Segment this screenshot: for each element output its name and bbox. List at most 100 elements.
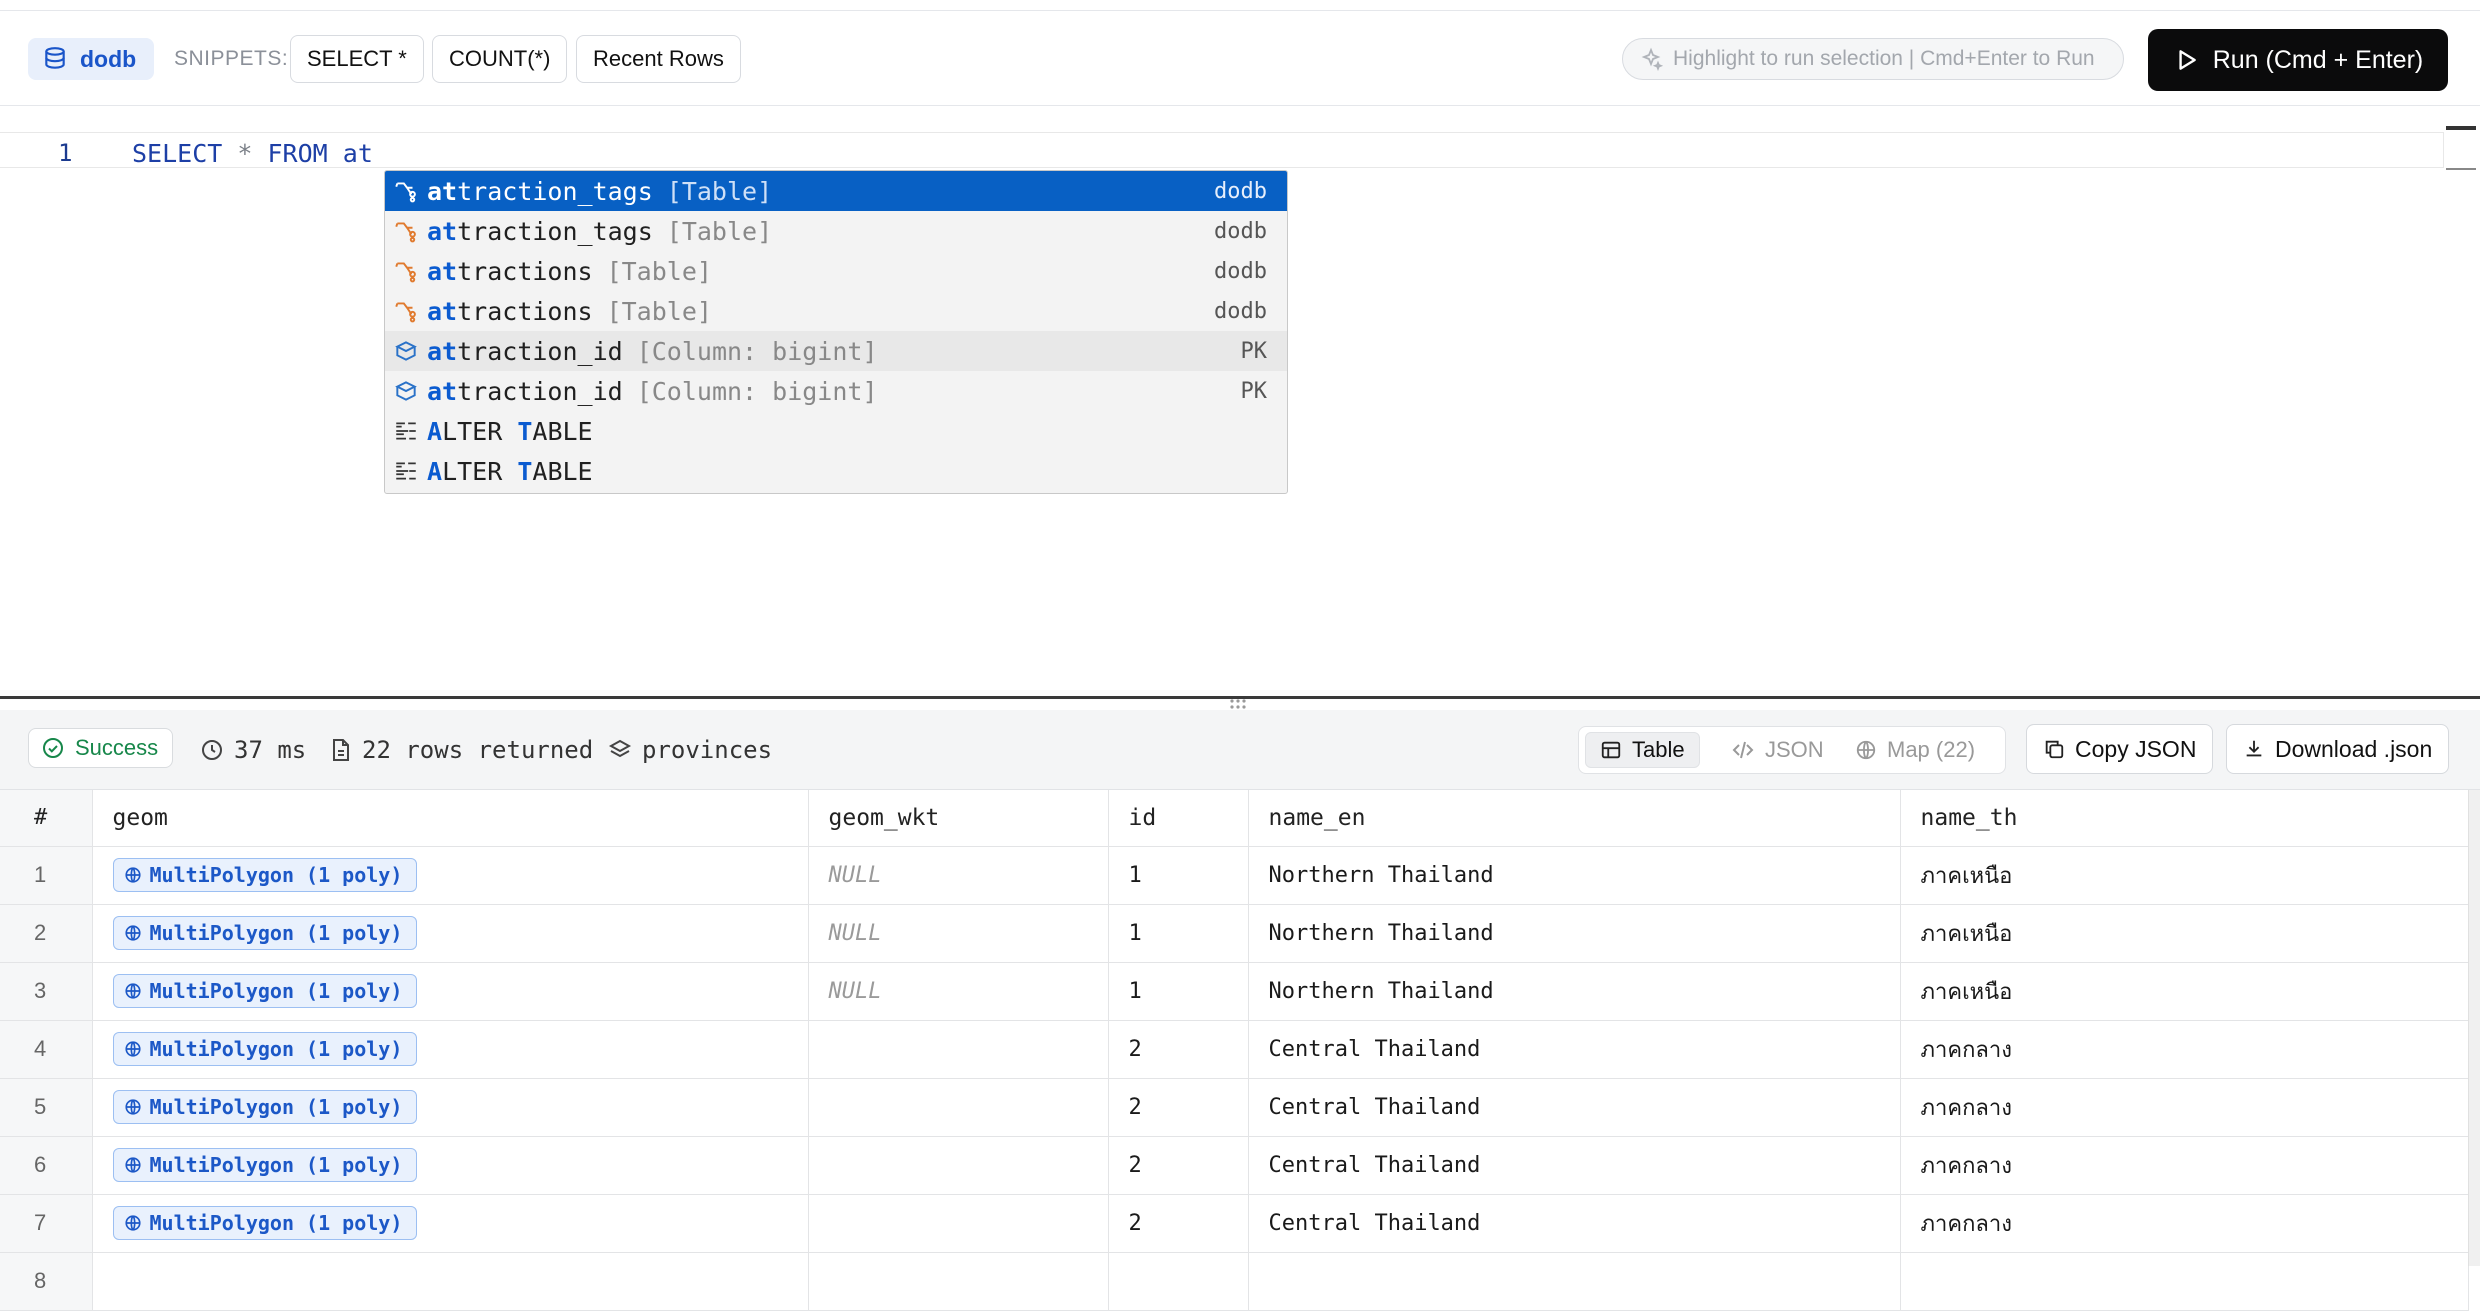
id-cell[interactable]: 2 — [1108, 1078, 1249, 1137]
autocomplete-label: attractions — [427, 296, 593, 326]
table-row[interactable]: 4 MultiPolygon (1 poly) 2 Central Thailand ภ… — [0, 1020, 2469, 1079]
null-value: NULL — [828, 978, 882, 1004]
copy-icon — [2045, 740, 2064, 759]
geom-wkt-cell[interactable] — [808, 1194, 1109, 1253]
table-row[interactable]: 8 — [0, 1252, 2469, 1311]
geometry-badge[interactable]: MultiPolygon (1 poly) — [112, 1206, 418, 1240]
geom-cell[interactable]: MultiPolygon (1 poly) — [92, 846, 809, 905]
match-highlight: at — [427, 376, 458, 406]
column-header-geom[interactable]: geom — [92, 790, 809, 847]
name-en-cell[interactable] — [1248, 1252, 1901, 1311]
geometry-badge[interactable]: MultiPolygon (1 poly) — [112, 1090, 418, 1124]
geom-cell[interactable]: MultiPolygon (1 poly) — [92, 962, 809, 1021]
name-en-cell[interactable]: Northern Thailand — [1248, 962, 1901, 1021]
name-en-cell[interactable]: Central Thailand — [1248, 1020, 1901, 1079]
autocomplete-item[interactable]: attraction_id [Column: bigint] PK — [385, 371, 1287, 411]
check-circle-icon — [43, 738, 63, 758]
name-en-cell[interactable]: Central Thailand — [1248, 1136, 1901, 1195]
name-th-cell[interactable]: ภาคเหนือ — [1900, 962, 2469, 1021]
autocomplete-kind: [Column: bigint] — [636, 336, 878, 366]
autocomplete-item[interactable]: attractions [Table] dodb — [385, 291, 1287, 331]
name-en-cell[interactable]: Northern Thailand — [1248, 846, 1901, 905]
name-en-cell[interactable]: Central Thailand — [1248, 1194, 1901, 1253]
geom-wkt-cell[interactable] — [808, 1020, 1109, 1079]
geom-wkt-cell[interactable]: NULL — [808, 846, 1109, 905]
name-th-cell[interactable]: ภาคกลาง — [1900, 1020, 2469, 1079]
name-th-cell[interactable] — [1900, 1252, 2469, 1311]
column-header-geom-wkt[interactable]: geom_wkt — [808, 790, 1109, 847]
id-cell[interactable]: 2 — [1108, 1020, 1249, 1079]
tab-map-view[interactable]: Map (22) — [1841, 732, 1989, 768]
id-cell[interactable]: 1 — [1108, 904, 1249, 963]
name-en-cell[interactable]: Central Thailand — [1248, 1078, 1901, 1137]
run-query-label: Run (Cmd + Enter) — [2212, 45, 2424, 74]
geom-wkt-cell[interactable]: NULL — [808, 962, 1109, 1021]
autocomplete-item[interactable]: attraction_tags [Table] dodb — [385, 211, 1287, 251]
grid-scrollbar[interactable] — [2468, 790, 2480, 1266]
geometry-badge[interactable]: MultiPolygon (1 poly) — [112, 1032, 418, 1066]
id-cell[interactable]: 2 — [1108, 1136, 1249, 1195]
id-cell[interactable]: 2 — [1108, 1194, 1249, 1253]
query-duration: 37 ms — [200, 736, 306, 764]
geometry-badge[interactable]: MultiPolygon (1 poly) — [112, 858, 418, 892]
geom-cell[interactable]: MultiPolygon (1 poly) — [92, 1078, 809, 1137]
table-row[interactable]: 2 MultiPolygon (1 poly) NULL 1 Northern Thai… — [0, 904, 2469, 963]
column-header-name-en[interactable]: name_en — [1248, 790, 1901, 847]
table-row[interactable]: 7 MultiPolygon (1 poly) 2 Central Thailand ภ… — [0, 1194, 2469, 1253]
geom-cell[interactable]: MultiPolygon (1 poly) — [92, 1020, 809, 1079]
snippet-count-button[interactable]: COUNT(*) — [432, 35, 568, 83]
table-row[interactable]: 5 MultiPolygon (1 poly) 2 Central Thailand ภ… — [0, 1078, 2469, 1137]
drag-handle-icon[interactable] — [1228, 698, 1248, 710]
geom-wkt-cell[interactable] — [808, 1136, 1109, 1195]
autocomplete-item[interactable]: attraction_tags [Table] dodb — [385, 171, 1287, 211]
autocomplete-item[interactable]: attraction_id [Column: bigint] PK — [385, 331, 1287, 371]
column-header-id[interactable]: id — [1108, 790, 1249, 847]
name-th-cell[interactable]: ภาคเหนือ — [1900, 846, 2469, 905]
table-row[interactable]: 6 MultiPolygon (1 poly) 2 Central Thailand ภ… — [0, 1136, 2469, 1195]
geometry-badge[interactable]: MultiPolygon (1 poly) — [112, 974, 418, 1008]
run-query-button[interactable]: Run (Cmd + Enter) — [2148, 29, 2448, 91]
column-header-rownum: # — [0, 790, 93, 847]
geom-wkt-cell[interactable] — [808, 1078, 1109, 1137]
id-cell[interactable]: 1 — [1108, 962, 1249, 1021]
snippet-recent-rows-button[interactable]: Recent Rows — [576, 35, 741, 83]
download-json-button[interactable]: Download .json — [2226, 724, 2450, 774]
autocomplete-item[interactable]: ALTER TABLE — [385, 451, 1287, 491]
copy-json-button[interactable]: Copy JSON — [2026, 724, 2214, 774]
table-row[interactable]: 1 MultiPolygon (1 poly) NULL 1 Northern Thai… — [0, 846, 2469, 905]
geom-wkt-cell[interactable]: NULL — [808, 904, 1109, 963]
autocomplete-item[interactable]: attractions [Table] dodb — [385, 251, 1287, 291]
name-th-cell[interactable]: ภาคกลาง — [1900, 1194, 2469, 1253]
autocomplete-kind: [Table] — [666, 216, 773, 246]
name-th-cell[interactable]: ภาคเหนือ — [1900, 904, 2469, 963]
code-line[interactable]: SELECT * FROM at — [132, 139, 373, 168]
rows-returned: 22 rows returned — [330, 736, 593, 764]
autocomplete-item[interactable]: ALTER TABLE — [385, 411, 1287, 451]
tab-json-view[interactable]: JSON — [1717, 732, 1838, 768]
geom-cell[interactable]: MultiPolygon (1 poly) — [92, 904, 809, 963]
name-th-cell[interactable]: ภาคกลาง — [1900, 1136, 2469, 1195]
view-switcher: Table JSON Map (22) — [1578, 726, 2006, 774]
snippet-select-all-button[interactable]: SELECT * — [290, 35, 424, 83]
geom-cell[interactable] — [92, 1252, 809, 1311]
geometry-badge[interactable]: MultiPolygon (1 poly) — [112, 1148, 418, 1182]
geometry-badge[interactable]: MultiPolygon (1 poly) — [112, 916, 418, 950]
results-toolbar: Success 37 ms 22 rows returned provinces… — [0, 710, 2480, 790]
geom-cell[interactable]: MultiPolygon (1 poly) — [92, 1194, 809, 1253]
geom-wkt-cell[interactable] — [808, 1252, 1109, 1311]
autocomplete-kind: [Table] — [666, 176, 773, 206]
name-en-cell[interactable]: Northern Thailand — [1248, 904, 1901, 963]
sql-editor[interactable]: 1 SELECT * FROM at attraction_tags [Table… — [0, 126, 2480, 696]
file-icon — [333, 739, 349, 761]
match-highlight: A — [427, 416, 443, 446]
id-cell[interactable] — [1108, 1252, 1249, 1311]
row-number-cell: 7 — [0, 1194, 93, 1253]
id-cell[interactable]: 1 — [1108, 846, 1249, 905]
table-row[interactable]: 3 MultiPolygon (1 poly) NULL 1 Northern Thai… — [0, 962, 2469, 1021]
geom-cell[interactable]: MultiPolygon (1 poly) — [92, 1136, 809, 1195]
database-selector[interactable]: dodb — [28, 38, 155, 80]
column-header-name-th[interactable]: name_th — [1900, 790, 2469, 847]
name-th-cell[interactable]: ภาคกลาง — [1900, 1078, 2469, 1137]
run-hint-text: Highlight to run selection | Cmd+Enter t… — [1673, 47, 2095, 70]
tab-table-view[interactable]: Table — [1585, 732, 1700, 768]
